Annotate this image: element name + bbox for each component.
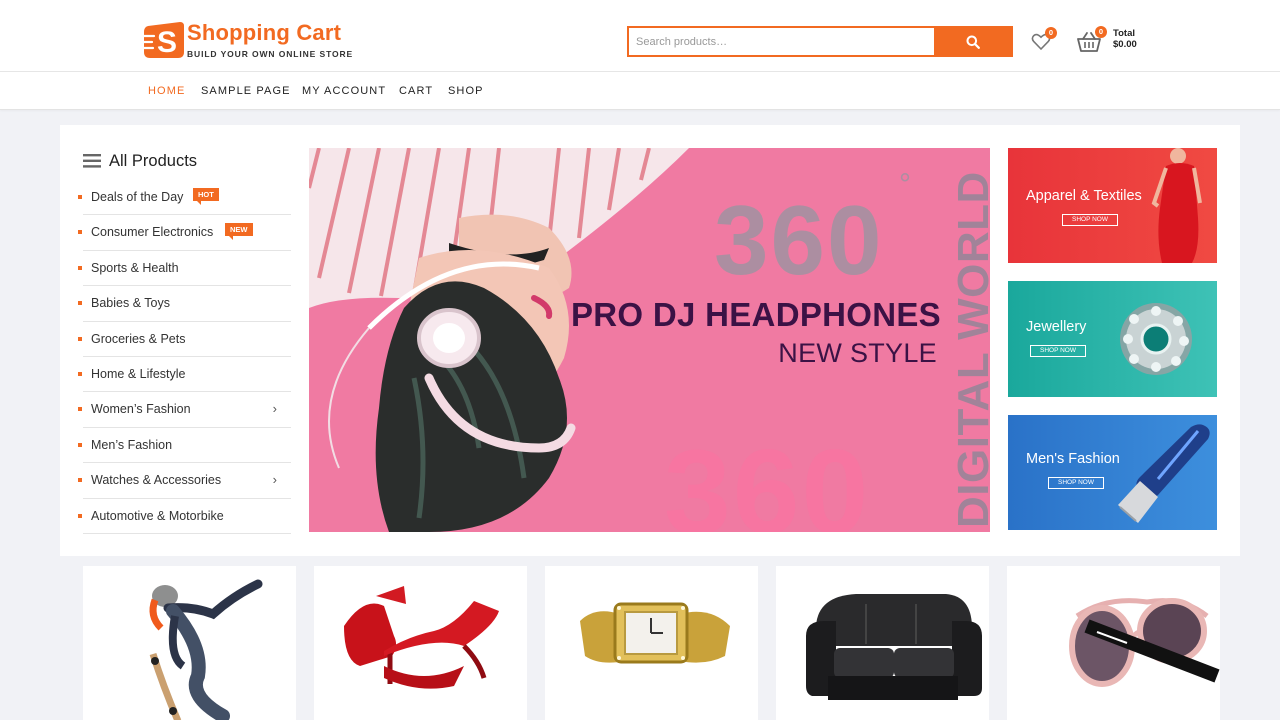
sunglasses-image: [1069, 598, 1220, 687]
bullet-icon: [78, 442, 82, 447]
category-mens-fashion[interactable]: Men’s Fashion: [78, 428, 291, 464]
site-title: Shopping Cart: [187, 20, 342, 45]
hot-badge: HOT: [193, 188, 219, 205]
logo-badge-icon: S: [140, 22, 184, 59]
promo-trimmer-image: [1118, 424, 1210, 523]
category-groceries-pets[interactable]: Groceries & Pets: [78, 322, 291, 357]
cart-count-badge: 0: [1095, 26, 1107, 38]
promo-title: Apparel & Textiles: [1026, 188, 1142, 204]
cart-total-label: Total: [1113, 28, 1135, 39]
product-card-red-heels[interactable]: [314, 566, 527, 720]
hero-vertical-text: DIGITAL WORLD: [949, 171, 990, 528]
category-label: Consumer Electronics: [91, 225, 214, 240]
nav-my-account[interactable]: MY ACCOUNT: [302, 85, 386, 97]
promo-model-image: [1151, 148, 1202, 263]
search-icon: [966, 35, 980, 49]
bullet-icon: [78, 513, 82, 518]
bullet-icon: [78, 230, 82, 235]
black-sofa-image: [806, 594, 982, 700]
category-label: Groceries & Pets: [91, 331, 186, 346]
search-box: [627, 26, 1013, 57]
wishlist-count-badge: 0: [1045, 27, 1057, 39]
promo-shop-now-button[interactable]: SHOP NOW: [1048, 477, 1104, 489]
bullet-icon: [78, 371, 82, 376]
gold-watch-image: [580, 602, 730, 664]
chevron-right-icon: ›: [272, 472, 277, 488]
cart-total[interactable]: Total $0.00: [1113, 28, 1137, 50]
hero-ghost-number: 360: [664, 425, 871, 532]
search-input[interactable]: [629, 28, 936, 55]
new-badge: NEW: [225, 223, 253, 241]
product-card-sunglasses[interactable]: [1007, 566, 1220, 720]
hero-banner[interactable]: 360 ° 360 DIGITAL WORLD PRO DJ HEADPHONE…: [309, 148, 990, 532]
category-deals-of-the-day[interactable]: Deals of the Day HOT: [78, 180, 291, 216]
site-tagline: BUILD YOUR OWN ONLINE STORE: [187, 49, 354, 59]
bullet-icon: [78, 407, 82, 412]
category-list: Deals of the Day HOT Consumer Electronic…: [78, 180, 291, 534]
cart-total-value: $0.00: [1113, 39, 1137, 50]
hero-degree: °: [899, 168, 911, 201]
nav-home[interactable]: HOME: [148, 85, 185, 97]
promo-jewellery[interactable]: Jewellery SHOP NOW: [1008, 281, 1217, 397]
hero-subtitle: NEW STYLE: [778, 338, 937, 368]
category-watches-accessories[interactable]: Watches & Accessories ›: [78, 463, 291, 499]
skateboarder-image: [149, 579, 263, 720]
category-label: Watches & Accessories: [91, 473, 222, 488]
categories-header[interactable]: All Products: [83, 152, 293, 172]
cart-button[interactable]: 0: [1077, 26, 1107, 52]
category-label: Babies & Toys: [91, 296, 170, 311]
menu-icon: [83, 154, 101, 168]
product-card-skateboarder[interactable]: [83, 566, 296, 720]
red-heels-image: [344, 586, 499, 689]
bullet-icon: [78, 336, 82, 341]
promo-ring-image: [1120, 303, 1192, 375]
category-label: Women’s Fashion: [91, 402, 191, 417]
nav-shop[interactable]: SHOP: [448, 85, 484, 97]
category-sports-health[interactable]: Sports & Health: [78, 251, 291, 287]
promo-shop-now-button[interactable]: SHOP NOW: [1062, 214, 1118, 226]
site-logo[interactable]: S Shopping Cart BUILD YOUR OWN ONLINE ST…: [140, 16, 354, 62]
category-label: Sports & Health: [91, 260, 179, 275]
promo-shop-now-button[interactable]: SHOP NOW: [1030, 345, 1086, 357]
category-label: Deals of the Day: [91, 190, 184, 204]
bullet-icon: [78, 478, 82, 483]
promo-title: Men's Fashion: [1026, 451, 1120, 467]
category-consumer-electronics[interactable]: Consumer Electronics NEW: [78, 215, 291, 251]
category-label: Men’s Fashion: [91, 437, 173, 452]
chevron-right-icon: ›: [272, 401, 277, 417]
site-header: S Shopping Cart BUILD YOUR OWN ONLINE ST…: [0, 0, 1280, 72]
search-button[interactable]: [934, 26, 1011, 57]
product-card-gold-watch[interactable]: [545, 566, 758, 720]
product-card-black-sofa[interactable]: [776, 566, 989, 720]
category-home-lifestyle[interactable]: Home & Lifestyle: [78, 357, 291, 393]
bullet-icon: [78, 265, 82, 270]
main-nav: HOME SAMPLE PAGE MY ACCOUNT CART SHOP: [0, 72, 1280, 110]
logo-letter: S: [157, 26, 177, 59]
categories-heading: All Products: [109, 152, 198, 170]
category-babies-toys[interactable]: Babies & Toys: [78, 286, 291, 322]
bullet-icon: [78, 195, 82, 199]
category-womens-fashion[interactable]: Women’s Fashion ›: [78, 392, 291, 428]
category-label: Automotive & Motorbike: [91, 508, 224, 523]
promo-mens-fashion[interactable]: Men's Fashion SHOP NOW: [1008, 415, 1217, 530]
nav-cart[interactable]: CART: [399, 85, 433, 97]
nav-sample-page[interactable]: SAMPLE PAGE: [201, 85, 291, 97]
wishlist-button[interactable]: 0: [1031, 27, 1057, 52]
category-label: Home & Lifestyle: [91, 366, 186, 381]
bullet-icon: [78, 301, 82, 306]
hero-title: PRO DJ HEADPHONES: [570, 296, 941, 333]
promo-apparel-textiles[interactable]: Apparel & Textiles SHOP NOW: [1008, 148, 1217, 263]
hero-number: 360: [714, 185, 884, 295]
promo-title: Jewellery: [1026, 319, 1087, 335]
category-automotive-motorbike[interactable]: Automotive & Motorbike: [78, 499, 291, 534]
